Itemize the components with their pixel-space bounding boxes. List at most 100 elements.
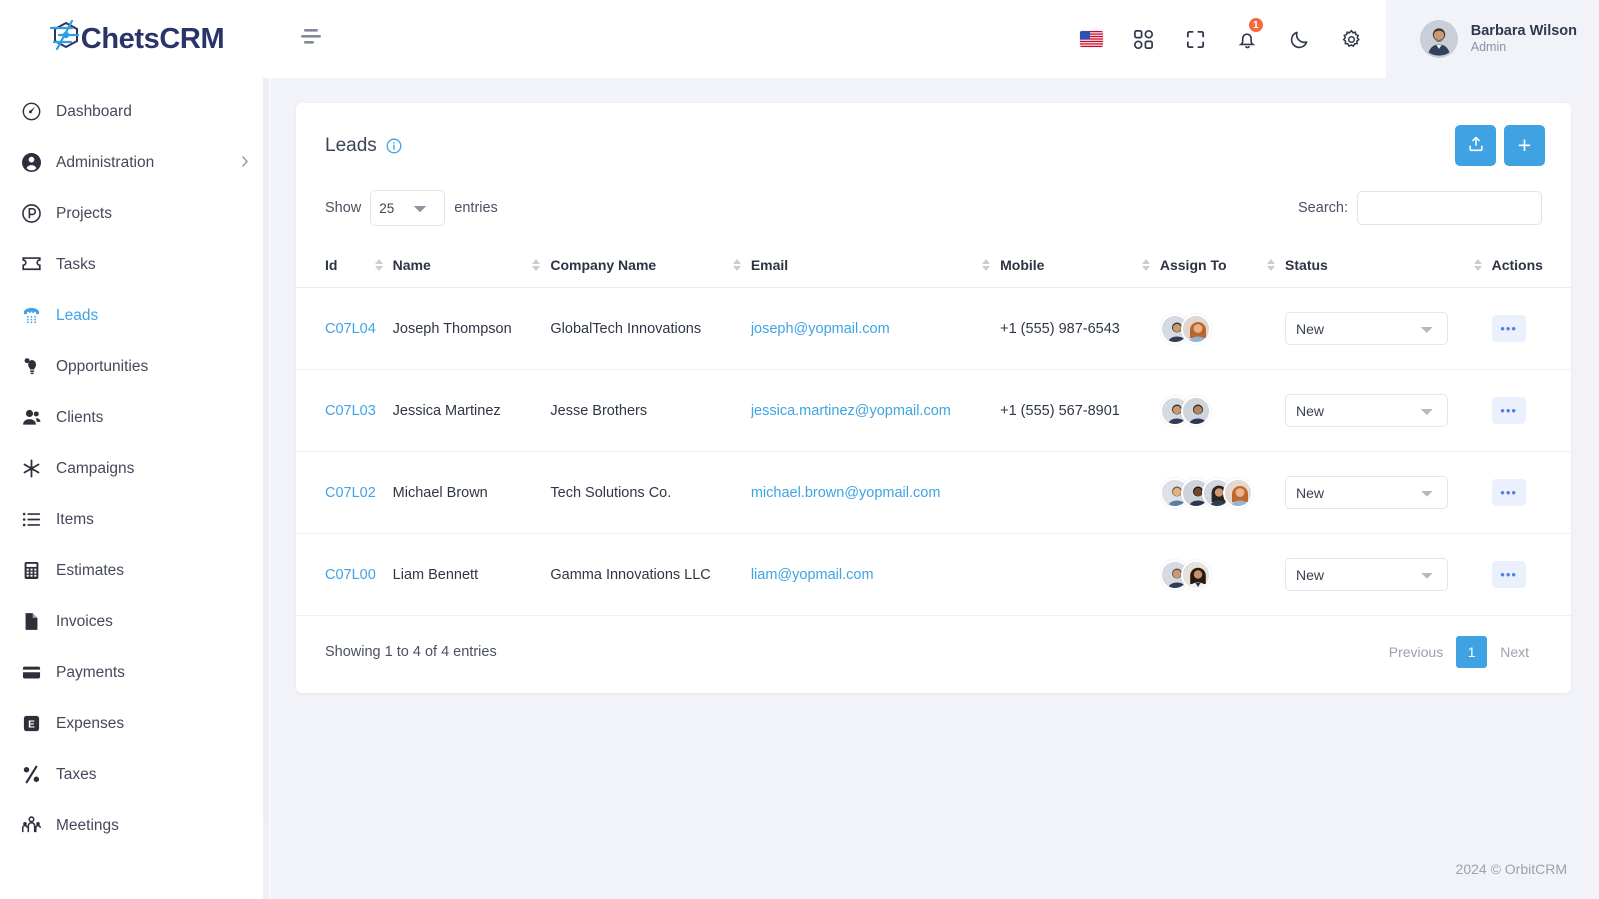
sidebar-item-payments[interactable]: Payments bbox=[0, 647, 269, 698]
lead-id-link[interactable]: C07L00 bbox=[325, 567, 376, 583]
status-select[interactable]: New bbox=[1285, 394, 1449, 427]
sort-icon[interactable] bbox=[982, 259, 991, 271]
assignee-avatar-stack[interactable] bbox=[1159, 559, 1279, 590]
dark-mode-moon-icon[interactable] bbox=[1274, 0, 1326, 78]
status-select[interactable]: New bbox=[1285, 558, 1449, 591]
lead-id-link[interactable]: C07L02 bbox=[325, 485, 376, 501]
profile-name: Barbara Wilson bbox=[1470, 23, 1577, 40]
list-icon bbox=[22, 510, 48, 529]
status-select[interactable]: New bbox=[1285, 312, 1449, 345]
card-header-actions: + bbox=[1455, 125, 1545, 166]
cell-mobile bbox=[1000, 451, 1160, 534]
sidebar-item-opportunities[interactable]: Opportunities bbox=[0, 341, 269, 392]
info-circle-icon[interactable] bbox=[386, 138, 402, 154]
column-header-assign-to[interactable]: Assign To bbox=[1159, 243, 1286, 288]
user-profile-menu[interactable]: Barbara Wilson Admin bbox=[1385, 0, 1599, 78]
file-icon bbox=[22, 612, 48, 631]
column-header-id[interactable]: Id bbox=[296, 243, 393, 288]
sidebar-item-items[interactable]: Items bbox=[0, 494, 269, 545]
sidebar-item-leads[interactable]: Leads bbox=[0, 290, 269, 341]
sidebar-item-taxes[interactable]: Taxes bbox=[0, 749, 269, 800]
fullscreen-icon[interactable] bbox=[1170, 0, 1222, 78]
status-select[interactable]: New bbox=[1285, 476, 1449, 509]
sidebar-scrollbar-thumb[interactable] bbox=[263, 78, 269, 820]
sidebar-item-label: Administration bbox=[56, 153, 155, 171]
app-root: ChetsCRM Dashboard Administration Projec… bbox=[0, 0, 1599, 899]
assignee-avatar-stack[interactable] bbox=[1159, 477, 1279, 508]
cell-actions: ••• bbox=[1491, 369, 1571, 452]
sidebar-item-invoices[interactable]: Invoices bbox=[0, 596, 269, 647]
sidebar-item-label: Dashboard bbox=[56, 102, 132, 120]
sort-icon[interactable] bbox=[532, 259, 541, 271]
assignee-avatar-stack[interactable] bbox=[1159, 395, 1279, 426]
cell-company: Gamma Innovations LLC bbox=[550, 533, 751, 616]
column-header-email[interactable]: Email bbox=[750, 243, 1001, 288]
lead-email-link[interactable]: michael.brown@yopmail.com bbox=[751, 485, 941, 501]
notification-bell-icon[interactable]: 1 bbox=[1222, 0, 1274, 78]
sort-icon[interactable] bbox=[374, 259, 383, 271]
lead-email-link[interactable]: liam@yopmail.com bbox=[751, 567, 874, 583]
cell-mobile: +1 (555) 567-8901 bbox=[1000, 369, 1160, 452]
cell-status: New bbox=[1285, 287, 1492, 370]
column-header-status[interactable]: Status bbox=[1285, 243, 1492, 288]
page-title-text: Leads bbox=[325, 134, 377, 156]
copyright-text: 2024 © OrbitCRM bbox=[1455, 861, 1567, 877]
brand-logo[interactable]: ChetsCRM bbox=[0, 0, 269, 78]
column-header-company-name[interactable]: Company Name bbox=[550, 243, 751, 288]
sort-icon[interactable] bbox=[732, 259, 741, 271]
lead-id-link[interactable]: C07L04 bbox=[325, 321, 376, 337]
sidebar-item-projects[interactable]: Projects bbox=[0, 188, 269, 239]
search-input[interactable] bbox=[1357, 191, 1542, 225]
sidebar-item-estimates[interactable]: Estimates bbox=[0, 545, 269, 596]
plus-icon: + bbox=[1517, 132, 1532, 158]
sidebar-item-label: Opportunities bbox=[56, 357, 149, 375]
sidebar-item-campaigns[interactable]: Campaigns bbox=[0, 443, 269, 494]
sidebar-item-label: Invoices bbox=[56, 612, 113, 630]
row-actions-button[interactable]: ••• bbox=[1491, 315, 1526, 342]
cell-assignees bbox=[1159, 287, 1286, 370]
pagination-page-1[interactable]: 1 bbox=[1456, 636, 1488, 668]
column-header-mobile[interactable]: Mobile bbox=[1000, 243, 1160, 288]
cell-id: C07L00 bbox=[296, 533, 393, 616]
sort-icon[interactable] bbox=[1267, 259, 1276, 271]
row-actions-button[interactable]: ••• bbox=[1491, 561, 1526, 588]
table-row: C07L00 Liam Bennett Gamma Innovations LL… bbox=[296, 533, 1571, 616]
avatar bbox=[1180, 559, 1211, 590]
cell-email: michael.brown@yopmail.com bbox=[750, 451, 1001, 534]
sidebar-item-clients[interactable]: Clients bbox=[0, 392, 269, 443]
sidebar-scrollbar[interactable] bbox=[263, 78, 269, 899]
calculator-icon bbox=[22, 561, 48, 580]
sidebar-item-dashboard[interactable]: Dashboard bbox=[0, 86, 269, 137]
pagination-previous[interactable]: Previous bbox=[1376, 637, 1456, 667]
hamburger-icon[interactable] bbox=[300, 28, 326, 51]
cell-status: New bbox=[1285, 533, 1492, 616]
assignee-avatar-stack[interactable] bbox=[1159, 313, 1279, 344]
export-button[interactable] bbox=[1455, 125, 1496, 166]
sidebar-item-meetings[interactable]: Meetings bbox=[0, 800, 269, 851]
sort-icon[interactable] bbox=[1473, 259, 1482, 271]
settings-gear-icon[interactable] bbox=[1326, 0, 1378, 78]
entries-per-page-select[interactable]: 25 bbox=[370, 190, 446, 226]
sidebar-item-tasks[interactable]: Tasks bbox=[0, 239, 269, 290]
sidebar-item-administration[interactable]: Administration bbox=[0, 137, 269, 188]
sidebar-item-expenses[interactable]: E Expenses bbox=[0, 698, 269, 749]
apps-grid-icon[interactable] bbox=[1118, 0, 1170, 78]
sort-icon[interactable] bbox=[1141, 259, 1150, 271]
pagination-next[interactable]: Next bbox=[1487, 637, 1542, 667]
add-lead-button[interactable]: + bbox=[1504, 125, 1545, 166]
language-flag-us-icon[interactable] bbox=[1066, 0, 1118, 78]
row-actions-button[interactable]: ••• bbox=[1491, 479, 1526, 506]
profile-role: Admin bbox=[1470, 40, 1507, 55]
row-actions-button[interactable]: ••• bbox=[1491, 397, 1526, 424]
lead-email-link[interactable]: joseph@yopmail.com bbox=[751, 321, 890, 337]
lead-id-link[interactable]: C07L03 bbox=[325, 403, 376, 419]
cell-status: New bbox=[1285, 451, 1492, 534]
column-header-name[interactable]: Name bbox=[392, 243, 551, 288]
cell-email: liam@yopmail.com bbox=[750, 533, 1001, 616]
sidebar-item-label: Clients bbox=[56, 408, 104, 426]
entries-info: Showing 1 to 4 of 4 entries bbox=[325, 644, 497, 660]
asterisk-icon bbox=[22, 459, 48, 478]
search-control: Search: bbox=[1298, 191, 1542, 225]
lead-email-link[interactable]: jessica.martinez@yopmail.com bbox=[751, 403, 951, 419]
cell-id: C07L04 bbox=[296, 287, 393, 370]
